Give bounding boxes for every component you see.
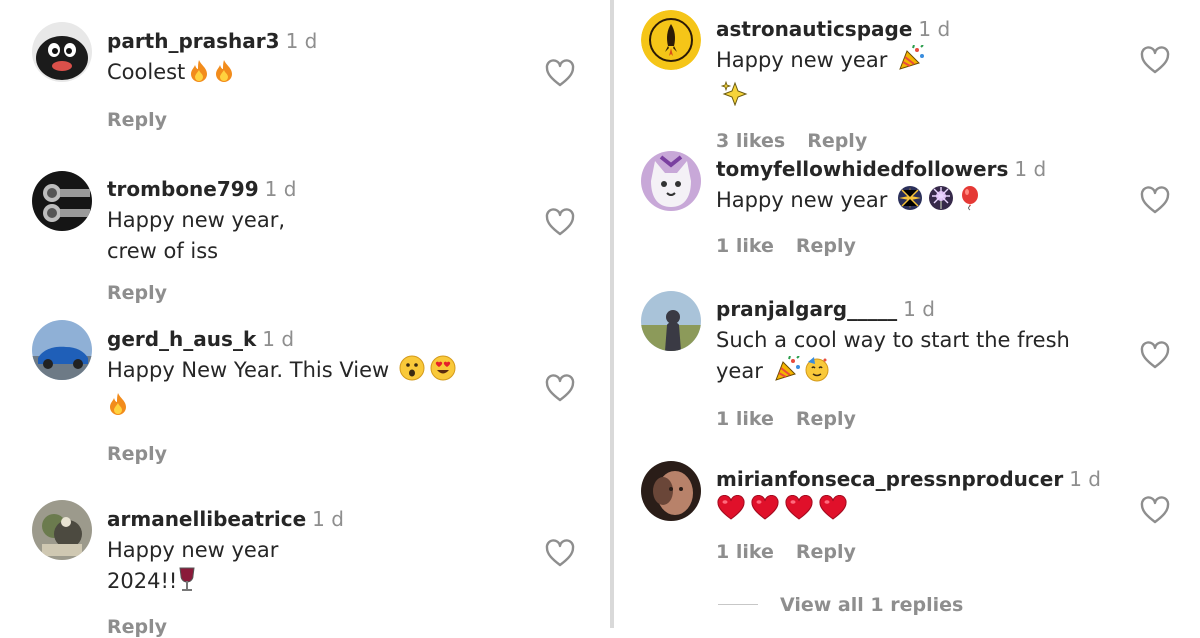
heart-outline-icon[interactable] xyxy=(1139,340,1171,370)
party-popper-emoji xyxy=(773,355,801,391)
comment-body: trombone799 1 d Happy new year, crew of i… xyxy=(107,176,296,304)
fire-emoji xyxy=(188,59,210,92)
heart-eyes-emoji xyxy=(430,355,456,390)
username[interactable]: gerd_h_aus_k xyxy=(107,327,256,351)
sparkles-emoji xyxy=(720,80,748,115)
heart-outline-icon[interactable] xyxy=(1139,495,1171,525)
timestamp: 1 d xyxy=(903,297,935,321)
hushed-face-emoji xyxy=(399,355,425,390)
username[interactable]: tomyfellowhidedfollowers xyxy=(716,157,1008,181)
reply-button[interactable]: Reply xyxy=(796,408,856,430)
avatar[interactable] xyxy=(32,22,92,82)
comment-text: Happy new year xyxy=(716,188,888,212)
heart-outline-icon[interactable] xyxy=(1139,45,1171,75)
comment-text: Happy New Year. This View xyxy=(107,358,390,382)
comment-body: pranjalgarg_____ 1 d Such a cool way to s… xyxy=(716,296,1106,430)
red-heart-emoji xyxy=(818,495,848,530)
comments-panel-left: parth_prashar3 1 d Coolest Reply trombone… xyxy=(0,0,610,638)
heart-outline-icon[interactable] xyxy=(544,58,576,88)
comment-body: mirianfonseca_pressnproducer 1 d 1 like Re… xyxy=(716,466,1101,563)
comment-body: gerd_h_aus_k 1 d Happy New Year. This Vie… xyxy=(107,326,507,465)
comment-text: Coolest xyxy=(107,60,186,84)
timestamp: 1 d xyxy=(312,507,344,531)
comment-text: Happy new year, crew of iss xyxy=(107,208,286,263)
timestamp: 1 d xyxy=(1069,467,1101,491)
likes-count[interactable]: 1 like xyxy=(716,408,774,430)
reply-button[interactable]: Reply xyxy=(107,282,167,304)
balloon-emoji xyxy=(959,185,981,220)
avatar[interactable] xyxy=(32,500,92,560)
timestamp: 1 d xyxy=(285,29,318,53)
timestamp: 1 d xyxy=(1014,157,1047,181)
comment-body: tomyfellowhidedfollowers 1 d Happy new ye… xyxy=(716,156,1046,257)
party-popper-emoji xyxy=(897,44,925,80)
comment-body: parth_prashar3 1 d Coolest Reply xyxy=(107,28,317,131)
timestamp: 1 d xyxy=(918,17,951,41)
fire-emoji xyxy=(213,59,235,92)
reply-button[interactable]: Reply xyxy=(796,541,856,563)
timestamp: 1 d xyxy=(264,177,297,201)
username[interactable]: pranjalgarg_____ xyxy=(716,297,897,321)
avatar[interactable] xyxy=(641,151,701,211)
heart-outline-icon[interactable] xyxy=(544,207,576,237)
comments-screenshot: parth_prashar3 1 d Coolest Reply trombone… xyxy=(0,0,1200,638)
likes-count[interactable]: 1 like xyxy=(716,541,774,563)
view-replies-button[interactable]: View all 1 replies xyxy=(718,594,963,616)
comment-text xyxy=(716,495,1101,526)
heart-outline-icon[interactable] xyxy=(544,373,576,403)
reply-button[interactable]: Reply xyxy=(107,616,167,638)
username[interactable]: mirianfonseca_pressnproducer xyxy=(716,467,1063,491)
fireworks-emoji xyxy=(897,185,923,220)
partying-face-emoji xyxy=(804,356,830,391)
view-replies-label[interactable]: View all 1 replies xyxy=(780,594,963,616)
replies-line xyxy=(718,604,758,605)
username[interactable]: trombone799 xyxy=(107,177,259,201)
comment-body: armanellibeatrice 1 d Happy new year 2024… xyxy=(107,506,344,638)
reply-button[interactable]: Reply xyxy=(796,235,856,257)
username[interactable]: parth_prashar3 xyxy=(107,29,280,53)
red-heart-emoji xyxy=(750,495,780,530)
timestamp: 1 d xyxy=(262,327,295,351)
reply-button[interactable]: Reply xyxy=(107,443,167,465)
reply-button[interactable]: Reply xyxy=(807,130,867,152)
avatar[interactable] xyxy=(32,320,92,380)
fire-emoji xyxy=(107,392,129,425)
sparkler-emoji xyxy=(928,185,954,220)
wine-glass-emoji xyxy=(178,566,196,601)
comment-text: Happy new year xyxy=(716,48,888,72)
red-heart-emoji xyxy=(784,495,814,530)
avatar[interactable] xyxy=(641,10,701,70)
likes-count[interactable]: 1 like xyxy=(716,235,774,257)
comment-text: Such a cool way to start the fresh year xyxy=(716,328,1070,383)
reply-button[interactable]: Reply xyxy=(107,109,167,131)
username[interactable]: armanellibeatrice xyxy=(107,507,306,531)
panel-divider xyxy=(610,0,614,628)
avatar[interactable] xyxy=(641,291,701,351)
likes-count[interactable]: 3 likes xyxy=(716,130,785,152)
red-heart-emoji xyxy=(716,495,746,530)
comment-body: astronauticspage 1 d Happy new year 3 lik… xyxy=(716,16,950,152)
username[interactable]: astronauticspage xyxy=(716,17,912,41)
avatar[interactable] xyxy=(32,171,92,231)
avatar[interactable] xyxy=(641,461,701,521)
heart-outline-icon[interactable] xyxy=(544,538,576,568)
heart-outline-icon[interactable] xyxy=(1139,185,1171,215)
